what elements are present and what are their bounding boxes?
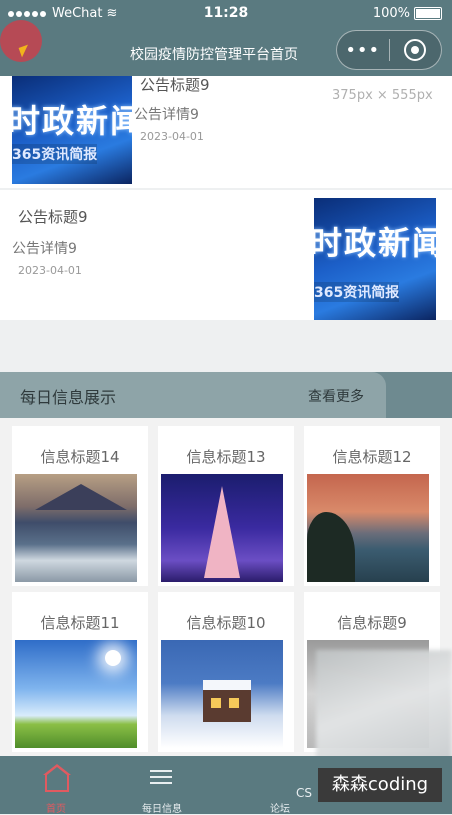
thumbnail-headline: 时政新闻: [314, 224, 436, 262]
watermark: 森森coding: [318, 768, 442, 802]
forum-icon: [264, 764, 294, 792]
notice-thumbnail[interactable]: 时政新闻 365资讯简报: [12, 76, 132, 184]
battery-percent: 100%: [372, 6, 410, 21]
tower-shape: [204, 486, 240, 578]
list-icon: [146, 764, 176, 792]
cs-text: CS: [296, 786, 312, 800]
close-circle-icon: [404, 39, 427, 61]
more-menu-button[interactable]: •••: [337, 40, 389, 61]
info-title: 信息标题12: [332, 448, 412, 466]
blur-overlay: [316, 650, 452, 760]
tab-label: 论坛: [270, 804, 290, 815]
info-image[interactable]: [15, 640, 137, 748]
notice-thumbnail[interactable]: 时政新闻 365资讯简报: [314, 198, 436, 320]
info-tile[interactable]: 信息标题14: [12, 426, 148, 586]
notice-date: 2023-04-01: [18, 264, 82, 277]
house-shape: [203, 680, 251, 722]
notice-detail: 公告详情9: [134, 107, 199, 123]
info-title: 信息标题9: [337, 614, 407, 632]
tab-label: 首页: [46, 804, 66, 815]
close-miniprogram-button[interactable]: [389, 39, 441, 61]
info-tile[interactable]: 信息标题12: [304, 426, 440, 586]
home-icon: [40, 764, 71, 792]
info-title: 信息标题11: [40, 614, 120, 632]
notice-title[interactable]: 公告标题9: [140, 74, 210, 95]
info-tile[interactable]: 信息标题13: [158, 426, 294, 586]
thumbnail-headline: 时政新闻: [12, 102, 132, 140]
notice-detail: 公告详情9: [12, 241, 77, 257]
thumbnail-subline: 365资讯简报: [314, 282, 400, 302]
info-title: 信息标题14: [40, 448, 120, 466]
tab-daily-info[interactable]: 每日信息: [106, 756, 218, 815]
miniprogram-capsule[interactable]: •••: [336, 30, 442, 70]
section-header: 每日信息展示 查看更多: [0, 372, 452, 418]
notice-date: 2023-04-01: [140, 130, 204, 143]
info-title: 信息标题13: [186, 448, 266, 466]
info-tile[interactable]: 信息标题10: [158, 592, 294, 752]
notice-title[interactable]: 公告标题9: [18, 206, 88, 227]
thumbnail-subline: 365资讯简报: [12, 144, 98, 164]
status-bar: WeChat ≋ 11:28 100%: [0, 0, 452, 28]
info-tile[interactable]: 信息标题11: [12, 592, 148, 752]
battery-icon: [414, 7, 442, 20]
trees-shape: [307, 512, 355, 582]
top-bar: WeChat ≋ 11:28 100% 校园疫情防控管理平台首页 •••: [0, 0, 452, 76]
mountain-shape: [35, 484, 127, 510]
image-size-hint: 375px × 555px: [332, 88, 433, 103]
tab-home[interactable]: 首页: [0, 756, 112, 815]
info-image[interactable]: [161, 474, 283, 582]
info-image[interactable]: [307, 474, 429, 582]
view-more-link[interactable]: 查看更多: [308, 386, 364, 406]
sun-shape: [105, 650, 121, 666]
info-image[interactable]: [15, 474, 137, 582]
section-title: 每日信息展示: [20, 388, 117, 407]
info-image[interactable]: [161, 640, 283, 748]
info-title: 信息标题10: [186, 614, 266, 632]
tab-label: 每日信息: [142, 804, 182, 815]
page-title: 校园疫情防控管理平台首页: [130, 47, 298, 63]
